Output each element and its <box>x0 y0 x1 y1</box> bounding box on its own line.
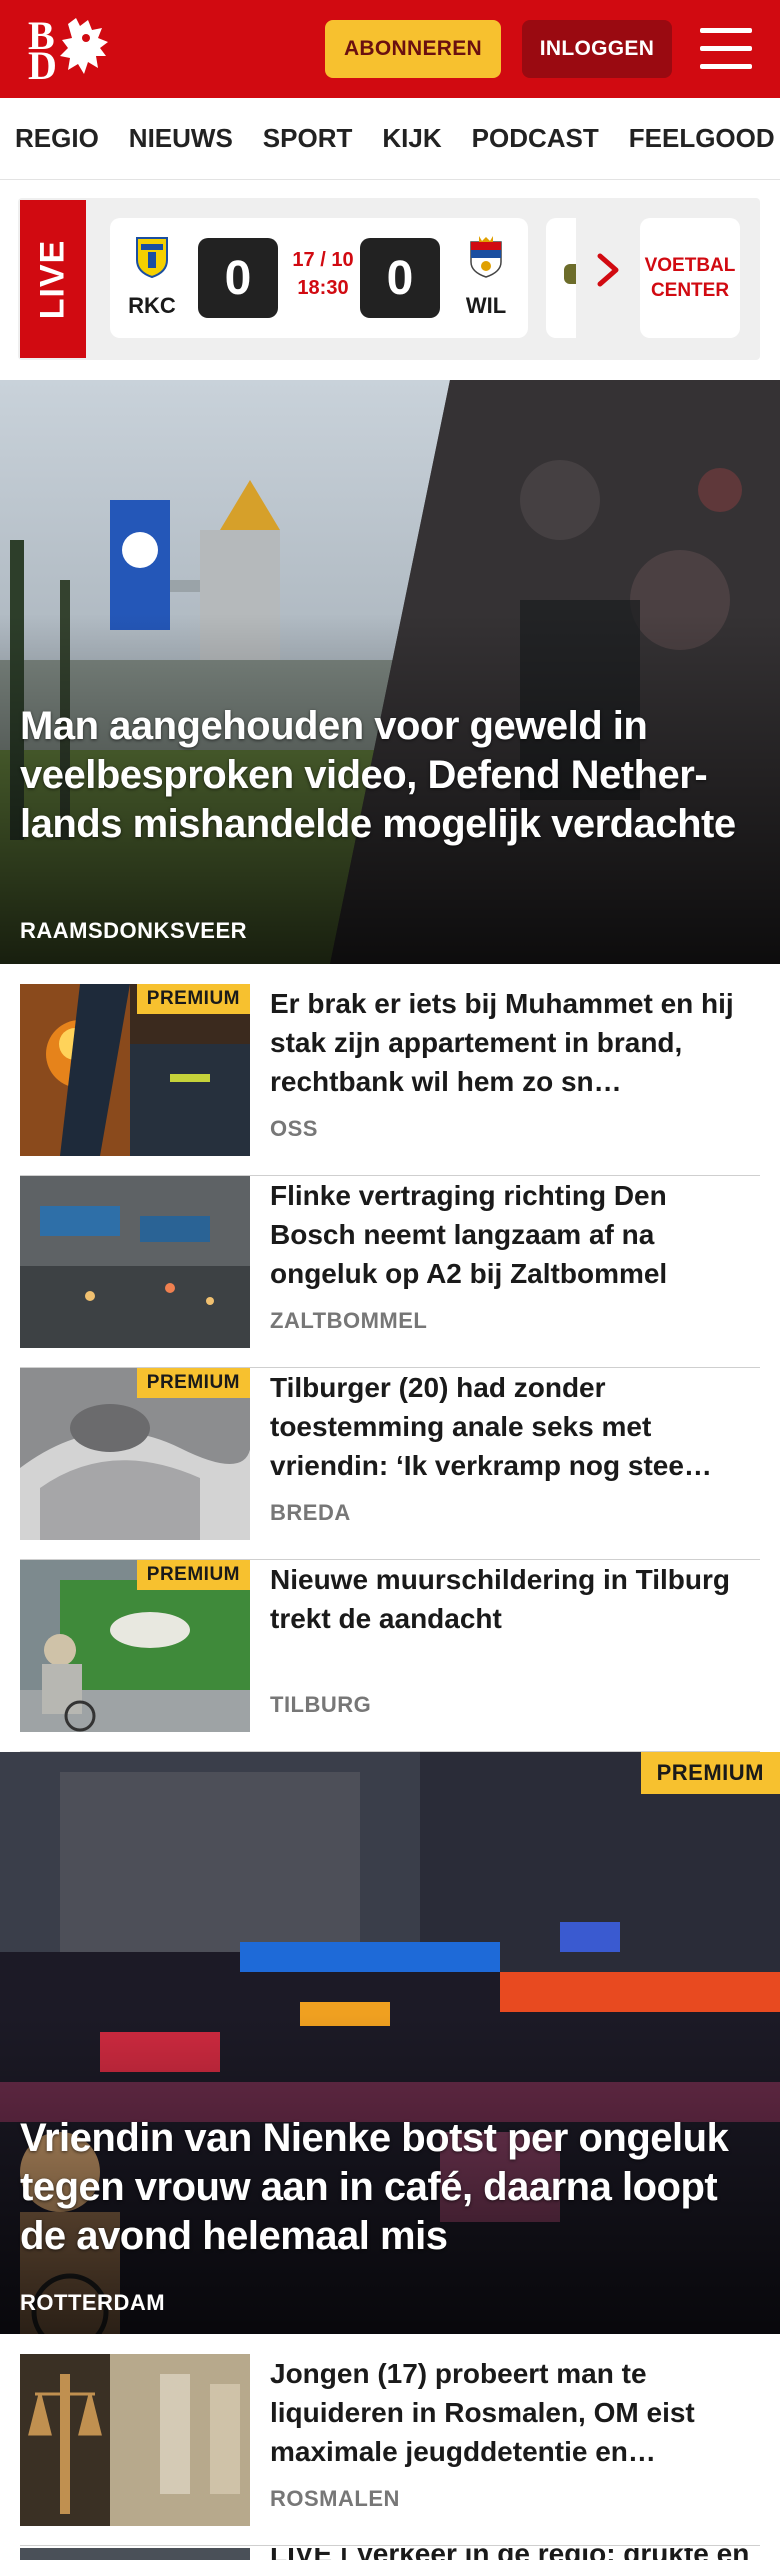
article-location: BREDA <box>270 1500 351 1525</box>
main-nav: REGIO NIEUWS SPORT KIJK PODCAST FEELGOOD <box>0 98 780 180</box>
premium-badge: PREMIUM <box>136 1560 250 1590</box>
article-thumbnail: PREMIUM <box>20 984 250 1156</box>
nav-item-podcast[interactable]: PODCAST <box>457 123 614 154</box>
rkc-crest-icon <box>136 237 168 279</box>
hero-location: RAAMSDONKSVEER <box>20 918 248 943</box>
premium-badge: PREMIUM <box>136 984 250 1014</box>
article-thumbnail: PREMIUM <box>20 1368 250 1540</box>
article-thumbnail: PREMIUM <box>20 1560 250 1732</box>
article-title: Flinke vertraging richting Den Bosch nee… <box>270 1180 668 1289</box>
next-match-card-peek[interactable] <box>546 218 576 338</box>
match-date: 17 / 10 <box>292 249 354 271</box>
featured-article-title: Vriendin van Nienke botst per ongeluk te… <box>20 2116 729 2258</box>
lion-icon <box>60 18 108 74</box>
away-team: WIL <box>456 236 516 319</box>
article-title: Nieuwe muurschildering in Tilburg trekt … <box>270 1564 730 1634</box>
nav-item-feelgood[interactable]: FEELGOOD <box>614 123 780 154</box>
article-title: Tilburger (20) had zonder toestemming an… <box>270 1372 712 1481</box>
away-team-name: WIL <box>465 293 507 318</box>
article-list-item[interactable]: PREMIUM Er brak er iets bij Muhammet en … <box>20 984 760 1176</box>
premium-badge: PREMIUM <box>640 1752 780 1794</box>
live-badge-label: LIVE <box>33 239 72 319</box>
hamburger-icon[interactable] <box>700 28 752 70</box>
article-location: OSS <box>270 1116 318 1141</box>
voetbal-center-button[interactable]: VOETBAL CENTER <box>640 218 740 338</box>
article-list-item[interactable]: PREMIUM Nieuwe muurschildering in Tilbur… <box>20 1560 760 1752</box>
hero-image <box>0 380 780 964</box>
site-header: B D ABONNEREN INLOGGEN <box>0 0 780 98</box>
home-team-name: RKC <box>128 293 176 318</box>
article-list-item[interactable]: Jongen (17) probeert man te liquideren i… <box>20 2354 760 2546</box>
article-location: ZALTBOMMEL <box>270 1308 428 1333</box>
subscribe-button[interactable]: ABONNEREN <box>325 20 501 78</box>
article-list-item[interactable]: Flinke vertraging richting Den Bosch nee… <box>20 1176 760 1368</box>
nav-item-kijk[interactable]: KIJK <box>367 123 456 154</box>
article-thumbnail <box>20 2354 250 2526</box>
article-list-item-peek[interactable]: LIVE | Verkeer in de regio: drukte en <box>20 2548 760 2560</box>
article-list-item[interactable]: PREMIUM Tilburger (20) had zonder toeste… <box>20 1368 760 1560</box>
hero-title: Man aangehouden voor geweld in veelbespr… <box>20 704 736 846</box>
article-location: TILBURG <box>270 1692 372 1717</box>
article-title: Er brak er iets bij Muhammet en hij stak… <box>270 988 734 1097</box>
home-team: RKC <box>122 236 182 319</box>
away-score: 0 <box>360 238 440 318</box>
live-badge: LIVE <box>20 200 86 358</box>
match-card[interactable]: RKC 0 17 / 10 18:30 0 WIL <box>110 218 528 338</box>
login-button[interactable]: INLOGGEN <box>522 20 672 78</box>
article-thumbnail <box>20 2548 250 2560</box>
nav-item-nieuws[interactable]: NIEUWS <box>114 123 248 154</box>
live-scores-bar: LIVE RKC 0 17 / 10 18:30 0 WIL VOETBAL C… <box>18 198 760 360</box>
featured-article-location: ROTTERDAM <box>20 2290 166 2315</box>
hero-article[interactable]: Man aangehouden voor geweld in veelbespr… <box>0 380 780 964</box>
match-time: 18:30 <box>297 277 349 299</box>
home-score: 0 <box>198 238 278 318</box>
bd-logo[interactable]: B D <box>24 14 114 88</box>
chevron-right-icon[interactable] <box>590 250 626 290</box>
article-title: LIVE | Verkeer in de regio: drukte en <box>270 2548 760 2560</box>
article-location: ROSMALEN <box>270 2486 400 2511</box>
premium-badge: PREMIUM <box>136 1368 250 1398</box>
featured-article[interactable]: PREMIUM Vriendin van Nienke botst per on… <box>0 1752 780 2334</box>
nav-item-regio[interactable]: REGIO <box>0 123 114 154</box>
logo-letter-d: D <box>28 43 57 88</box>
willem-ii-crest-icon <box>470 236 502 278</box>
nav-item-sport[interactable]: SPORT <box>248 123 368 154</box>
match-datetime: 17 / 10 18:30 <box>288 246 358 302</box>
article-title: Jongen (17) probeert man te liquideren i… <box>270 2358 695 2467</box>
article-thumbnail <box>20 1176 250 1348</box>
